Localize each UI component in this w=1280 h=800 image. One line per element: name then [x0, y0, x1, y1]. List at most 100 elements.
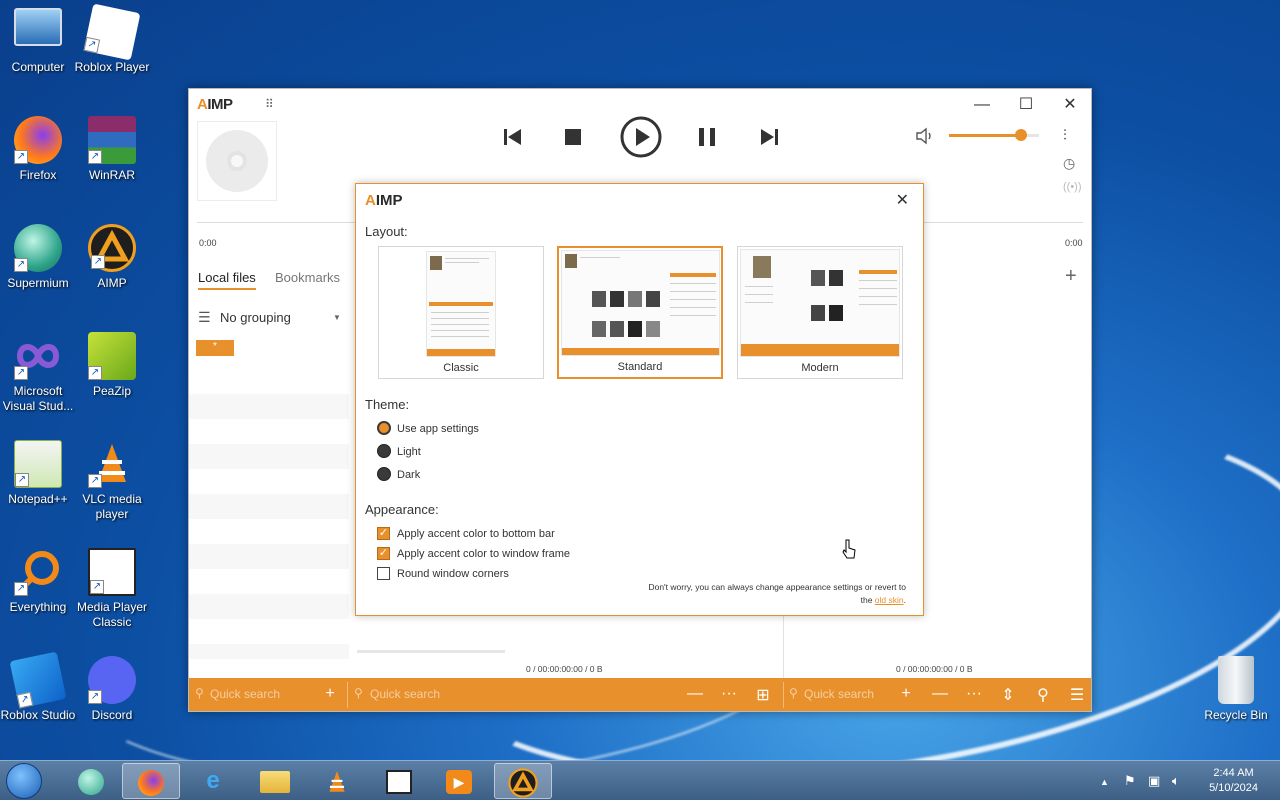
supermium-icon: ↗: [14, 224, 62, 272]
desktop-icon-aimp[interactable]: ↗ AIMP: [74, 224, 150, 291]
old-skin-link[interactable]: old skin: [875, 595, 904, 605]
radio-dark[interactable]: [377, 467, 391, 481]
desktop-icon-computer[interactable]: Computer: [0, 8, 76, 75]
taskbar-aimp[interactable]: [494, 763, 552, 799]
desktop-icon-roblox-player[interactable]: ↗ Roblox Player: [74, 3, 150, 75]
radio-label: Light: [397, 446, 421, 458]
pause-button[interactable]: [699, 128, 715, 146]
radio-use-app-settings[interactable]: [377, 421, 391, 435]
bottom-bar: ⚲ Quick search + ⚲ Quick search — ··· ⊞ …: [189, 678, 1091, 711]
remove-button[interactable]: —: [684, 685, 706, 703]
vlc-cone-icon: ↗: [88, 440, 136, 488]
grouping-selector[interactable]: No grouping: [220, 310, 291, 325]
sort-icon[interactable]: ⇕: [997, 685, 1019, 705]
taskbar-media-player[interactable]: ▶: [430, 763, 488, 799]
desktop-icon-visual-studio[interactable]: ↗ Microsoft Visual Stud...: [0, 332, 76, 414]
desktop-icon-vlc[interactable]: ↗ VLC media player: [74, 440, 150, 522]
close-icon[interactable]: ✕: [896, 190, 909, 210]
drag-handle-icon[interactable]: ⠿: [265, 97, 274, 111]
layout-heading: Layout:: [365, 224, 408, 239]
maximize-button[interactable]: ☐: [1011, 95, 1041, 115]
add-button[interactable]: +: [319, 685, 341, 703]
layout-caption: Standard: [617, 361, 663, 373]
desktop-icon-label: PeaZip: [92, 384, 132, 398]
menu-icon[interactable]: ☰: [1066, 685, 1088, 705]
desktop-icon-mpc[interactable]: ↗ Media Player Classic: [74, 548, 150, 630]
close-button[interactable]: ✕: [1055, 95, 1085, 115]
stop-button[interactable]: [565, 129, 581, 145]
desktop-icon-peazip[interactable]: ↗ PeaZip: [74, 332, 150, 399]
quick-search-input[interactable]: Quick search: [804, 687, 874, 701]
next-button[interactable]: [759, 128, 779, 146]
desktop-icon-discord[interactable]: ↗ Discord: [74, 656, 150, 723]
taskbar-mpc[interactable]: [370, 763, 428, 799]
desktop-icon-notepadpp[interactable]: ↗ Notepad++: [0, 440, 76, 507]
taskbar-vlc[interactable]: [308, 763, 366, 799]
minimize-button[interactable]: —: [967, 95, 997, 115]
checkbox-accent-bottom-bar[interactable]: ✓: [377, 527, 390, 540]
broadcast-icon[interactable]: ((•)): [1063, 181, 1082, 193]
system-clock[interactable]: 2:44 AM 5/10/2024: [1209, 766, 1258, 796]
menu-icon[interactable]: ☰: [198, 309, 211, 326]
show-hidden-icons[interactable]: ▲: [1100, 777, 1109, 787]
group-tag[interactable]: *: [196, 340, 234, 356]
desktop-icon-supermium[interactable]: ↗ Supermium: [0, 224, 76, 291]
taskbar-explorer[interactable]: [246, 763, 304, 799]
tab-local-files[interactable]: Local files: [198, 270, 256, 290]
playlist-rows: [189, 369, 349, 659]
status-right: 0 / 00:00:00:00 / 0 B: [896, 664, 973, 674]
layout-modern[interactable]: Modern: [737, 246, 903, 379]
desktop-icon-label: Microsoft Visual Stud...: [2, 384, 74, 413]
previous-button[interactable]: [503, 128, 523, 146]
volume-knob[interactable]: [1015, 129, 1027, 141]
desktop-icon-recycle-bin[interactable]: Recycle Bin: [1198, 656, 1274, 723]
radio-label: Use app settings: [397, 423, 479, 435]
volume-icon[interactable]: [915, 127, 935, 145]
taskbar: e ▶ ▲ ⚑ ▣ 🔈︎ 2:44 AM 5/10/2024: [0, 760, 1280, 800]
desktop-icon-label: WinRAR: [88, 168, 135, 182]
add-button[interactable]: +: [895, 685, 917, 703]
taskbar-ie[interactable]: e: [184, 763, 242, 799]
appearance-heading: Appearance:: [365, 502, 439, 517]
quick-search-input[interactable]: Quick search: [210, 687, 280, 701]
clock-icon[interactable]: ◷: [1063, 155, 1075, 172]
desktop-icon-everything[interactable]: ↗ Everything: [0, 548, 76, 615]
chevron-down-icon[interactable]: ▼: [333, 313, 341, 322]
radio-light[interactable]: [377, 444, 391, 458]
discord-icon: ↗: [88, 656, 136, 704]
tab-bookmarks[interactable]: Bookmarks: [275, 270, 340, 285]
volume-slider[interactable]: [949, 129, 1039, 141]
shortcut-arrow-icon: ↗: [88, 150, 102, 164]
divider: [347, 682, 348, 708]
checkbox-accent-window-frame[interactable]: ✓: [377, 547, 390, 560]
search-icon[interactable]: ⚲: [1032, 685, 1054, 705]
quick-search-input[interactable]: Quick search: [370, 687, 440, 701]
shortcut-arrow-icon: ↗: [91, 255, 105, 269]
taskbar-supermium[interactable]: [62, 763, 120, 799]
desktop-icon-label: Roblox Studio: [0, 708, 76, 722]
desktop-icon-label: Computer: [11, 60, 65, 74]
add-tab-button[interactable]: +: [1065, 265, 1077, 288]
more-button[interactable]: ···: [718, 685, 740, 703]
shortcut-arrow-icon: ↗: [14, 582, 28, 596]
play-button[interactable]: [620, 116, 662, 158]
desktop-icon-firefox[interactable]: ↗ Firefox: [0, 116, 76, 183]
radio-label: Dark: [397, 469, 421, 481]
checkbox-label: Apply accent color to window frame: [397, 548, 571, 560]
layout-classic[interactable]: Classic: [378, 246, 544, 379]
grid-view-icon[interactable]: ⊞: [752, 685, 774, 705]
shortcut-arrow-icon: ↗: [90, 580, 104, 594]
flag-icon[interactable]: ⚑: [1124, 773, 1136, 789]
network-icon[interactable]: ▣: [1148, 773, 1160, 789]
equalizer-icon[interactable]: ⫶: [1063, 127, 1067, 144]
checkbox-round-corners[interactable]: [377, 567, 390, 580]
desktop-icon-winrar[interactable]: ↗ WinRAR: [74, 116, 150, 183]
desktop-icon-roblox-studio[interactable]: ↗ Roblox Studio: [0, 651, 76, 723]
layout-standard[interactable]: Standard: [557, 246, 723, 379]
shortcut-arrow-icon: ↗: [16, 691, 34, 709]
volume-muted-icon[interactable]: 🔈︎: [1172, 773, 1180, 789]
taskbar-firefox[interactable]: [122, 763, 180, 799]
more-button[interactable]: ···: [963, 685, 985, 703]
remove-button[interactable]: —: [929, 685, 951, 703]
start-button[interactable]: [6, 763, 42, 799]
